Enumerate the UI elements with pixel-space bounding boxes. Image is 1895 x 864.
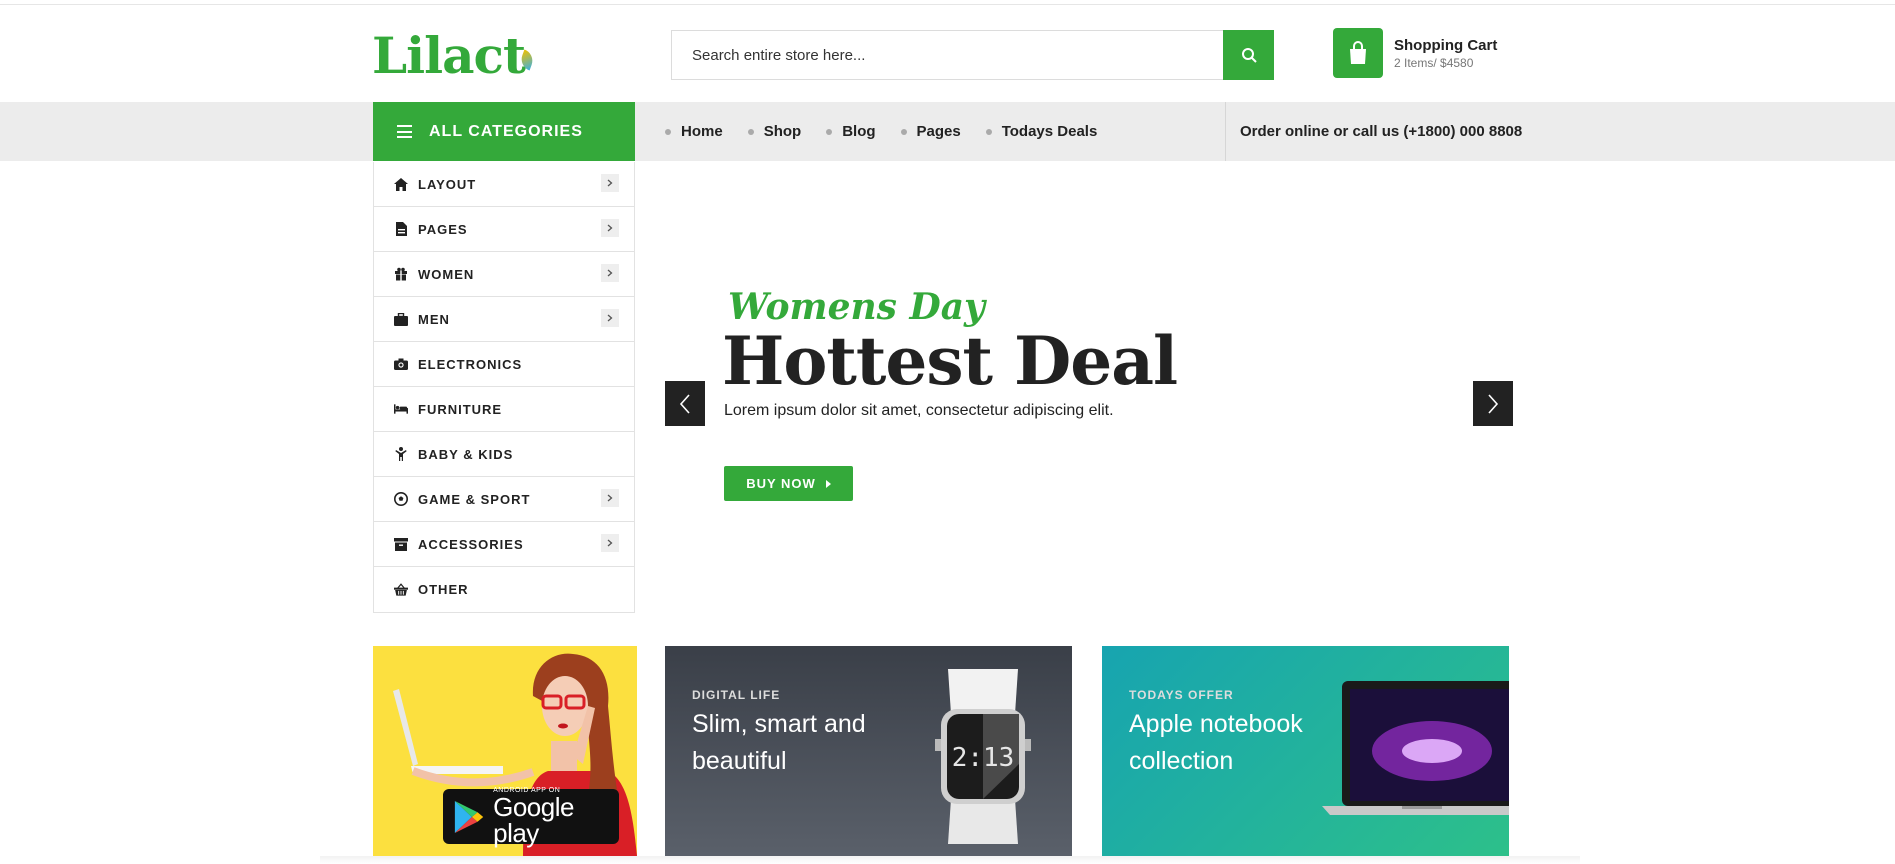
- camera-icon: [394, 357, 408, 371]
- store-big-label: Google play: [493, 792, 574, 848]
- smartwatch-image: 2:13: [935, 669, 1031, 844]
- buy-now-label: BUY NOW: [746, 476, 816, 491]
- cart-title: Shopping Cart: [1394, 36, 1498, 54]
- shopping-cart[interactable]: Shopping Cart 2 Items/ $4580: [1333, 28, 1497, 78]
- category-label: BABY & KIDS: [418, 446, 514, 462]
- watch-time: 2:13: [952, 743, 1015, 773]
- banner-digital-life[interactable]: DIGITAL LIFE Slim, smart and beautiful 2…: [665, 646, 1072, 856]
- banner-google-play[interactable]: ANDROID APP ON Google play: [373, 646, 637, 856]
- basket-icon: [394, 583, 408, 597]
- banner-kicker: TODAYS OFFER: [1129, 688, 1234, 702]
- category-item-electronics[interactable]: ELECTRONICS: [374, 342, 634, 387]
- menu-label: Todays Deals: [1001, 123, 1098, 140]
- briefcase-icon: [394, 312, 408, 326]
- menu-item-home[interactable]: Home: [665, 123, 723, 140]
- category-label: LAYOUT: [418, 176, 477, 192]
- category-item-game-sport[interactable]: GAME & SPORT: [374, 477, 634, 522]
- shopping-bag-icon: [1333, 28, 1383, 78]
- category-item-baby-kids[interactable]: BABY & KIDS: [374, 432, 634, 477]
- all-categories-label: ALL CATEGORIES: [429, 122, 583, 140]
- chevron-right-icon[interactable]: [601, 174, 619, 192]
- category-item-other[interactable]: OTHER: [374, 567, 634, 612]
- banner-kicker: DIGITAL LIFE: [692, 688, 781, 702]
- archive-icon: [394, 537, 408, 551]
- banner-headline: Slim, smart and beautiful: [692, 710, 866, 775]
- category-item-pages[interactable]: PAGES: [374, 207, 634, 252]
- child-icon: [394, 447, 408, 461]
- menu-item-shop[interactable]: Shop: [747, 123, 802, 140]
- home-icon: [394, 177, 408, 191]
- menu-item-blog[interactable]: Blog: [826, 123, 876, 140]
- gift-icon: [394, 267, 408, 281]
- bed-icon: [394, 402, 408, 416]
- menu-item-pages[interactable]: Pages: [900, 123, 961, 140]
- play-store-icon: [454, 800, 484, 833]
- category-label: WOMEN: [418, 266, 475, 282]
- category-label: ACCESSORIES: [418, 536, 524, 552]
- laptop-image: [1322, 681, 1509, 815]
- category-label: FURNITURE: [418, 401, 503, 417]
- all-categories-button[interactable]: ALL CATEGORIES: [373, 102, 635, 161]
- category-item-layout[interactable]: LAYOUT: [374, 162, 634, 207]
- category-item-accessories[interactable]: ACCESSORIES: [374, 522, 634, 567]
- cart-summary: 2 Items/ $4580: [1394, 55, 1474, 70]
- search-button[interactable]: [1223, 30, 1274, 80]
- bullet-icon: [900, 128, 907, 135]
- soccer-ball-icon: [394, 492, 408, 506]
- bullet-icon: [826, 128, 833, 135]
- bullet-icon: [747, 128, 754, 135]
- category-item-furniture[interactable]: FURNITURE: [374, 387, 634, 432]
- banner-headline: Apple notebook collection: [1129, 710, 1303, 775]
- buy-now-button[interactable]: BUY NOW: [724, 466, 853, 501]
- category-label: ELECTRONICS: [418, 356, 523, 372]
- hero-subtitle: Lorem ipsum dolor sit amet, consectetur …: [724, 402, 1114, 419]
- menu-label: Shop: [763, 123, 802, 140]
- category-label: MEN: [418, 311, 450, 327]
- logo-text: Lilact: [372, 26, 526, 85]
- chevron-right-icon[interactable]: [601, 264, 619, 282]
- menu-item-todays-deals[interactable]: Todays Deals: [985, 123, 1098, 140]
- caret-right-icon: [825, 479, 831, 488]
- menu-label: Home: [681, 123, 723, 140]
- slider-next-button[interactable]: [1473, 381, 1513, 426]
- category-label: GAME & SPORT: [418, 491, 531, 507]
- search-input[interactable]: [672, 31, 1223, 79]
- bullet-icon: [985, 128, 992, 135]
- chevron-right-icon[interactable]: [601, 309, 619, 327]
- category-label: OTHER: [418, 582, 469, 597]
- chevron-right-icon[interactable]: [601, 534, 619, 552]
- search-icon: [1241, 48, 1257, 63]
- top-border: [0, 0, 1895, 5]
- hamburger-icon: [397, 125, 412, 138]
- chevron-left-icon: [679, 393, 690, 414]
- slider-prev-button[interactable]: [665, 381, 705, 426]
- menu-label: Blog: [842, 123, 876, 140]
- logo[interactable]: Lilact: [372, 26, 536, 85]
- chevron-right-icon: [1488, 393, 1499, 414]
- category-item-women[interactable]: WOMEN: [374, 252, 634, 297]
- category-list: LAYOUT PAGES WOMEN MEN ELECTRONICS FURNI…: [373, 162, 635, 613]
- hero-title: Hottest Deal: [722, 322, 1178, 400]
- google-play-badge[interactable]: ANDROID APP ON Google play: [443, 787, 619, 848]
- file-icon: [394, 222, 408, 236]
- search-bar: [671, 30, 1274, 80]
- category-item-men[interactable]: MEN: [374, 297, 634, 342]
- call-us-text: Order online or call us (+1800) 000 8808: [1225, 102, 1522, 161]
- chevron-right-icon[interactable]: [601, 489, 619, 507]
- chevron-right-icon[interactable]: [601, 219, 619, 237]
- main-menu: Home Shop Blog Pages Todays Deals: [665, 102, 1122, 161]
- menu-label: Pages: [916, 123, 961, 140]
- banner-todays-offer[interactable]: TODAYS OFFER Apple notebook collection: [1102, 646, 1509, 856]
- bullet-icon: [665, 128, 671, 135]
- page-shadow: [320, 856, 1580, 864]
- category-label: PAGES: [418, 221, 468, 237]
